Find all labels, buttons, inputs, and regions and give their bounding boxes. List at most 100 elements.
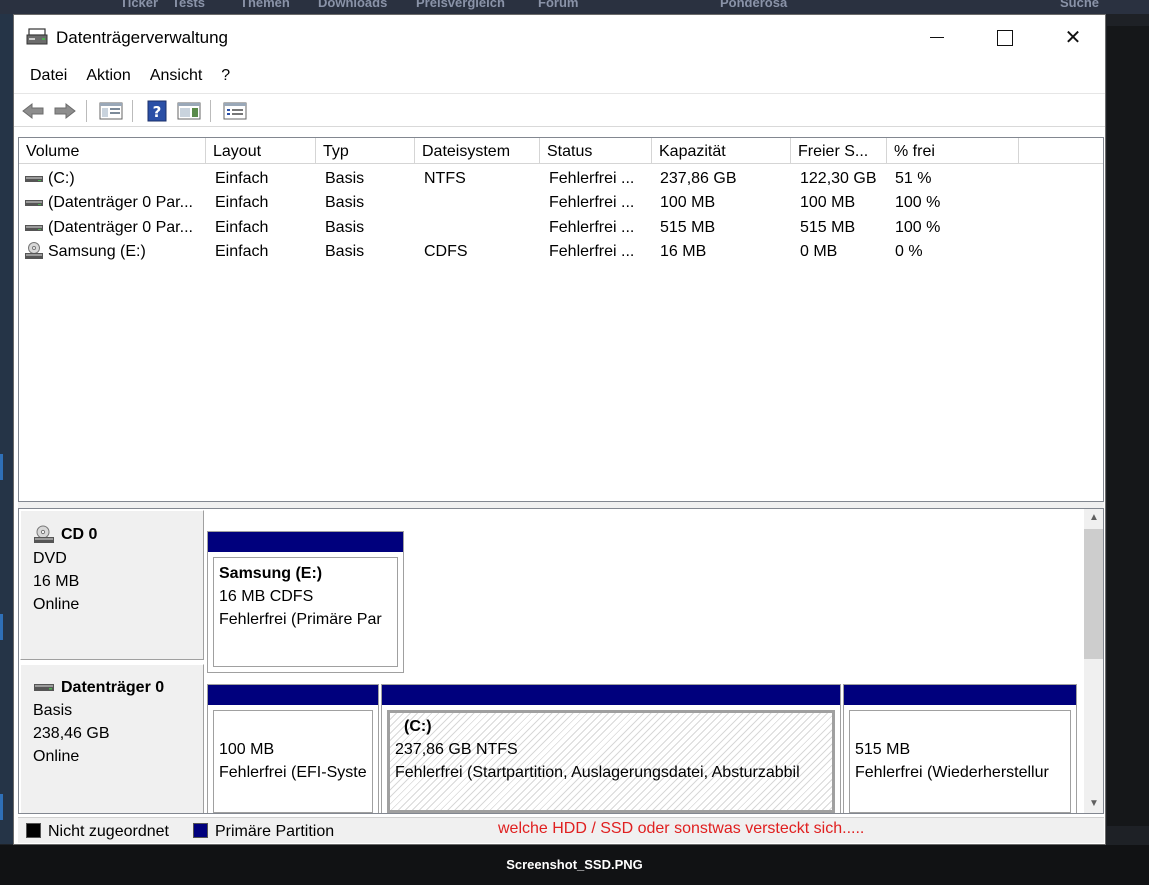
site-nav-item: Preisvergleich [416,0,505,10]
menu-ansicht[interactable]: Ansicht [142,64,210,90]
disk-name-row: CD 0 [33,525,203,545]
partition-body: Samsung (E:) 16 MB CDFS Fehlerfrei (Prim… [213,557,398,667]
partition-efi[interactable]: 100 MB Fehlerfrei (EFI-Syste [207,684,379,813]
console-tree-icon[interactable] [98,99,124,123]
disk-graphical-view: CD 0 DVD 16 MB Online Samsung (E:) 16 MB… [18,508,1104,814]
disk-type: Basis [33,702,73,719]
scroll-up-arrow-icon[interactable]: ▲ [1084,509,1103,527]
toolbar-separator [132,100,133,122]
menu-help[interactable]: ? [213,64,238,90]
partition-body: 515 MB Fehlerfrei (Wiederherstellur [849,710,1071,813]
volume-capacity: 237,86 GB [660,170,737,187]
volume-capacity: 16 MB [660,243,707,260]
disk-size: 238,46 GB [33,725,110,742]
volume-percent-free: 51 % [895,170,932,187]
column-header-volume[interactable]: Volume [19,138,206,164]
unallocated-swatch [26,823,41,838]
volume-row[interactable]: (Datenträger 0 Par... Einfach Basis Fehl… [19,191,1103,215]
disk-state: Online [33,748,80,765]
partition-size: 16 MB CDFS [219,588,314,605]
volume-status: Fehlerfrei ... [549,194,635,211]
partition-size: 237,86 GB NTFS [395,741,518,758]
back-arrow-icon[interactable] [20,99,46,123]
drive-icon [25,176,43,182]
volume-list-header: Volume Layout Typ Dateisystem Status Kap… [19,138,1103,164]
volume-row[interactable]: Samsung (E:) Einfach Basis CDFS Fehlerfr… [19,240,1103,264]
volume-row[interactable]: (C:) Einfach Basis NTFS Fehlerfrei ... 2… [19,167,1103,191]
user-annotation: welche HDD / SSD oder sonstwas versteckt… [498,820,865,837]
drive-icon [25,200,43,206]
site-nav-item: Downloads [318,0,388,10]
legend-primary-partition: Primäre Partition [215,823,335,840]
volume-name: (Datenträger 0 Par... [48,219,193,236]
disk-name: CD 0 [61,526,98,543]
column-header-typ[interactable]: Typ [316,138,415,164]
help-icon[interactable]: ? [144,99,170,123]
title-bar[interactable]: Datenträgerverwaltung ✕ [14,15,1105,60]
partition-status: Fehlerfrei (Wiederherstellur [855,764,1049,781]
disk-state: Online [33,596,80,613]
partition-color-bar [208,532,403,552]
primary-partition-swatch [193,823,208,838]
partition-size: 100 MB [219,741,275,758]
image-caption-bar: Screenshot_SSD.PNG [0,845,1149,885]
volume-typ: Basis [325,170,365,187]
menu-aktion[interactable]: Aktion [78,64,138,90]
column-header-dateisystem[interactable]: Dateisystem [415,138,540,164]
drive-icon [25,225,43,231]
volume-status: Fehlerfrei ... [549,243,635,260]
volume-typ: Basis [325,194,365,211]
column-header-prozent-frei[interactable]: % frei [887,138,1019,164]
minimize-button[interactable] [903,15,971,60]
volume-free: 0 MB [800,243,838,260]
volume-status: Fehlerfrei ... [549,219,635,236]
volume-name: (Datenträger 0 Par... [48,194,193,211]
volume-percent-free: 100 % [895,219,941,236]
window-title: Datenträgerverwaltung [56,28,228,47]
disk-label-cd0[interactable]: CD 0 DVD 16 MB Online [20,510,204,660]
drive-icon [34,684,54,691]
close-button[interactable]: ✕ [1039,15,1107,60]
legend-unallocated: Nicht zugeordnet [48,823,169,840]
partition-c[interactable]: (C:) 237,86 GB NTFS Fehlerfrei (Startpar… [381,684,841,813]
background-sidebar [0,14,14,844]
partition-title: (C:) [404,718,432,735]
partition-status: Fehlerfrei (EFI-Syste [219,764,367,781]
volume-free: 122,30 GB [800,170,877,187]
site-nav-item: Suche [1060,0,1100,10]
partition-body: 100 MB Fehlerfrei (EFI-Syste [213,710,373,813]
disk-label-disk0[interactable]: Datenträger 0 Basis 238,46 GB Online [20,664,204,813]
properties-icon[interactable] [222,99,248,123]
volume-layout: Einfach [215,243,269,260]
toolbar-separator [86,100,87,122]
site-nav-item: Ponderosa [720,0,788,10]
partition-status: Fehlerfrei (Primäre Par [219,611,382,628]
volume-percent-free: 0 % [895,243,923,260]
volume-row[interactable]: (Datenträger 0 Par... Einfach Basis Fehl… [19,216,1103,240]
partition-size: 515 MB [855,741,911,758]
background-website-nav: Ticker Tests Themen Downloads Preisvergl… [0,0,1149,14]
disk-view-scrollbar[interactable]: ▲ ▼ [1084,509,1103,813]
partition-samsung-e[interactable]: Samsung (E:) 16 MB CDFS Fehlerfrei (Prim… [207,531,404,673]
partition-recovery[interactable]: 515 MB Fehlerfrei (Wiederherstellur [843,684,1077,813]
scrollbar-thumb[interactable] [1084,529,1103,659]
column-header-kapazitaet[interactable]: Kapazität [652,138,791,164]
volume-typ: Basis [325,243,365,260]
menu-datei[interactable]: Datei [22,64,75,90]
volume-free: 100 MB [800,194,856,211]
column-header-freier-speicher[interactable]: Freier S... [791,138,887,164]
disk-type: DVD [33,550,67,567]
scroll-down-arrow-icon[interactable]: ▼ [1084,795,1103,813]
action-pane-icon[interactable] [176,99,202,123]
maximize-button[interactable] [971,15,1039,60]
column-header-layout[interactable]: Layout [206,138,316,164]
volume-name: (C:) [48,170,75,187]
legend-bar: Nicht zugeordnet Primäre Partition welch… [18,817,1104,843]
disk-size: 16 MB [33,573,80,590]
volume-percent-free: 100 % [895,194,941,211]
column-header-status[interactable]: Status [540,138,652,164]
image-caption-title: Screenshot_SSD.PNG [506,857,643,872]
volume-filesystem: NTFS [424,170,466,187]
partition-body: (C:) 237,86 GB NTFS Fehlerfrei (Startpar… [387,710,835,813]
forward-arrow-icon[interactable] [52,99,78,123]
